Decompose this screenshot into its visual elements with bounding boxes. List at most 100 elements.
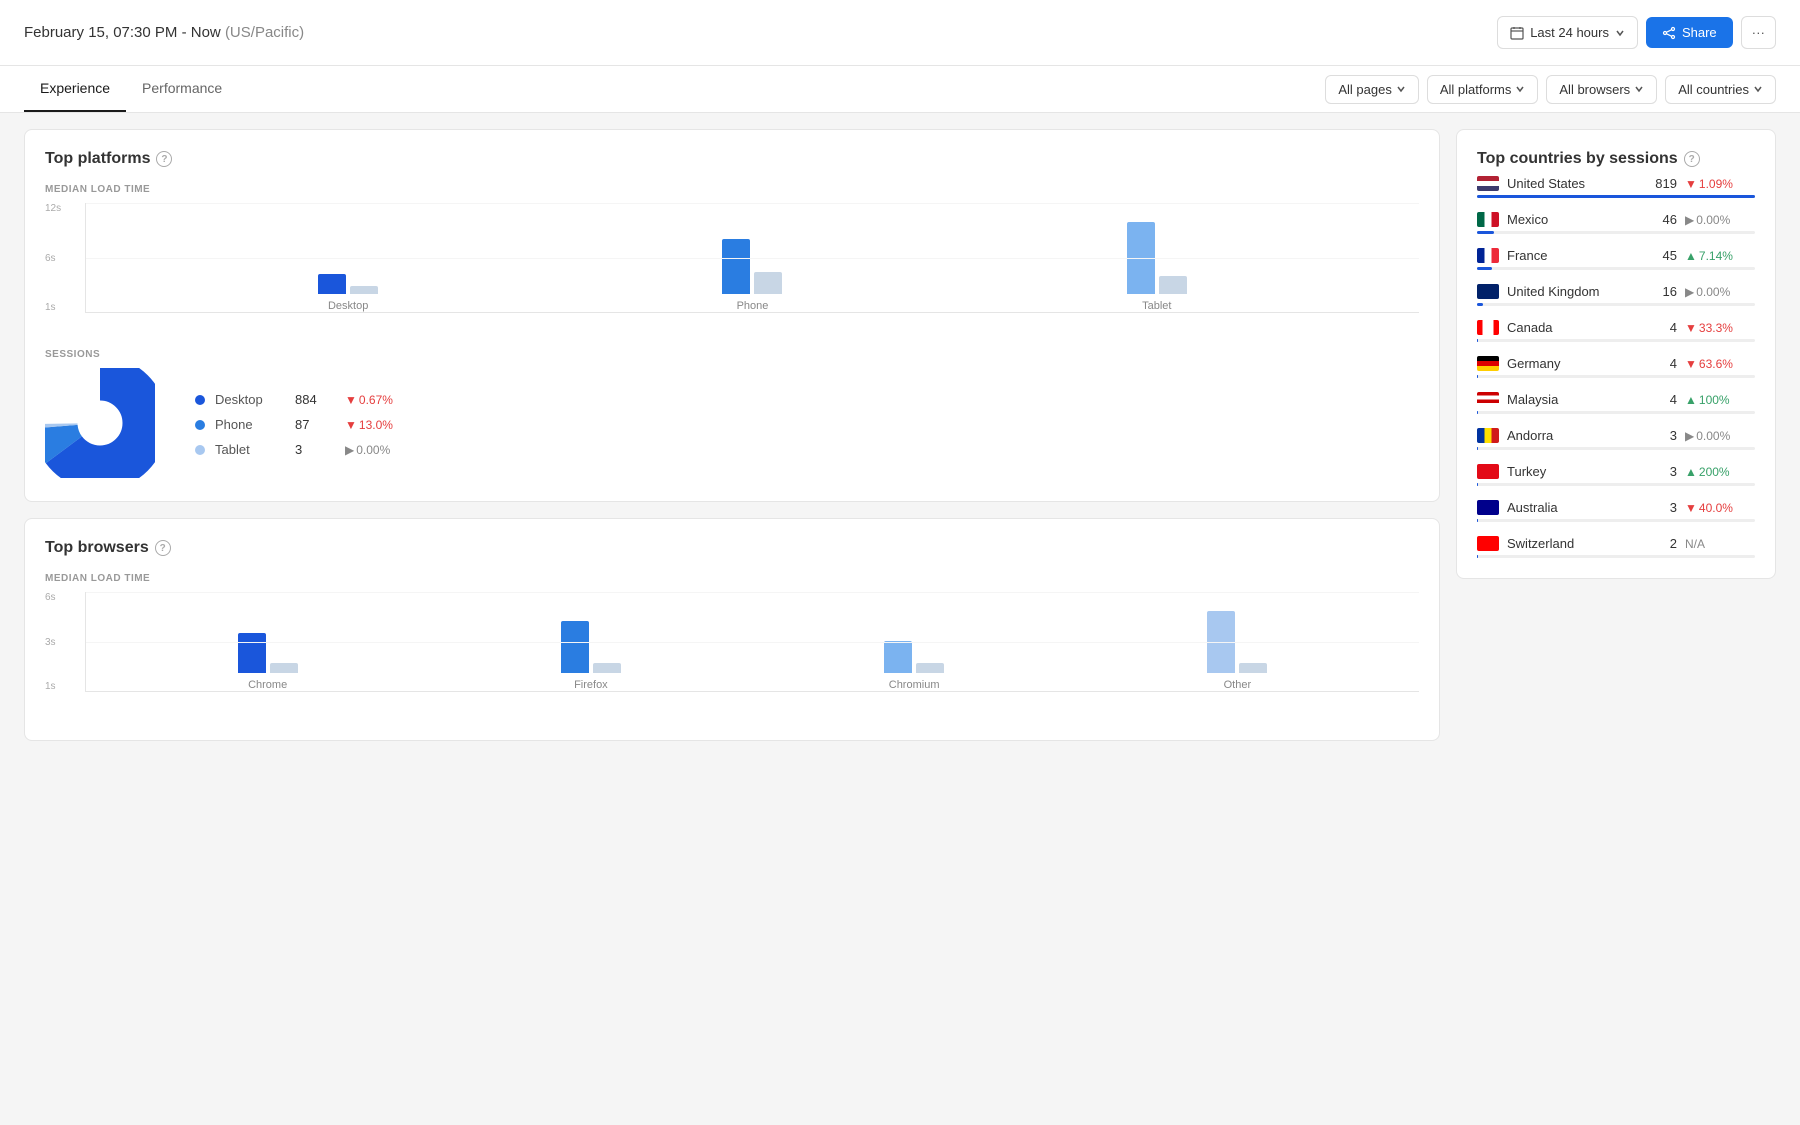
median-load-label: MEDIAN LOAD TIME — [45, 184, 1419, 195]
legend-count-desktop: 884 — [295, 392, 335, 407]
country-bar-bg-au — [1477, 519, 1755, 522]
country-change-my: ▲ 100% — [1685, 393, 1755, 407]
legend-count-phone: 87 — [295, 417, 335, 432]
top-platforms-card: Top platforms ? MEDIAN LOAD TIME 12s 6s … — [24, 129, 1440, 502]
flag-tr — [1477, 464, 1499, 479]
country-name-my: Malaysia — [1507, 392, 1639, 407]
chrome-bars — [238, 633, 298, 673]
y-axis: 12s 6s 1s — [45, 203, 61, 333]
time-range-label: Last 24 hours — [1530, 25, 1609, 40]
chevron-down-icon — [1753, 84, 1763, 94]
legend-change-tablet: ▶ 0.00% — [345, 443, 390, 457]
countries-help-icon[interactable]: ? — [1684, 151, 1700, 167]
browsers-grid-top — [86, 592, 1419, 593]
country-change-us: ▼ 1.09% — [1685, 177, 1755, 191]
help-icon[interactable]: ? — [156, 151, 172, 167]
chromium-label: Chromium — [889, 679, 940, 691]
country-bar-fill-ad — [1477, 447, 1478, 450]
top-browsers-card: Top browsers ? MEDIAN LOAD TIME 6s 3s 1s — [24, 518, 1440, 741]
browsers-y-3: 3s — [45, 637, 56, 648]
flag-mx — [1477, 212, 1499, 227]
country-name-de: Germany — [1507, 356, 1639, 371]
flag-gb — [1477, 284, 1499, 299]
country-bar-bg-gb — [1477, 303, 1755, 306]
country-change-ca: ▼ 33.3% — [1685, 321, 1755, 335]
country-bar-bg-ca — [1477, 339, 1755, 342]
card-title: Top platforms ? — [45, 150, 1419, 168]
country-row-de: Germany 4 ▼ 63.6% — [1477, 356, 1755, 371]
countries-list: United States 819 ▼ 1.09% Mexico 46 ▶ 0.… — [1477, 176, 1755, 558]
country-bar-bg-us — [1477, 195, 1755, 198]
country-item-tr: Turkey 3 ▲ 200% — [1477, 464, 1755, 486]
time-range-button[interactable]: Last 24 hours — [1497, 16, 1638, 49]
country-item-ca: Canada 4 ▼ 33.3% — [1477, 320, 1755, 342]
chromium-bar-group: Chromium — [884, 641, 944, 691]
country-count-fr: 45 — [1647, 248, 1677, 263]
legend-count-tablet: 3 — [295, 442, 335, 457]
firefox-bar-main — [561, 621, 589, 673]
country-name-us: United States — [1507, 176, 1639, 191]
firefox-bars — [561, 621, 621, 673]
country-row-ca: Canada 4 ▼ 33.3% — [1477, 320, 1755, 335]
all-platforms-filter[interactable]: All platforms — [1427, 75, 1539, 104]
country-item-us: United States 819 ▼ 1.09% — [1477, 176, 1755, 198]
country-bar-fill-de — [1477, 375, 1478, 378]
desktop-bar-group: Desktop — [318, 274, 378, 312]
country-change-ch: N/A — [1685, 537, 1755, 551]
country-count-gb: 16 — [1647, 284, 1677, 299]
share-button[interactable]: Share — [1646, 17, 1733, 48]
country-item-au: Australia 3 ▼ 40.0% — [1477, 500, 1755, 522]
country-bar-bg-my — [1477, 411, 1755, 414]
flag-ad — [1477, 428, 1499, 443]
desktop-bar-secondary — [350, 286, 378, 294]
chromium-bar-secondary — [916, 663, 944, 673]
browsers-help-icon[interactable]: ? — [155, 540, 171, 556]
country-count-ad: 3 — [1647, 428, 1677, 443]
browsers-card-title: Top browsers ? — [45, 539, 1419, 557]
date-range: February 15, 07:30 PM - Now (US/Pacific) — [24, 24, 304, 41]
more-options-button[interactable]: ··· — [1741, 16, 1776, 49]
tab-experience[interactable]: Experience — [24, 66, 126, 112]
flag-fr — [1477, 248, 1499, 263]
sessions-label: SESSIONS — [45, 349, 1419, 360]
country-name-ch: Switzerland — [1507, 536, 1639, 551]
firefox-bar-group: Firefox — [561, 621, 621, 691]
browsers-y-1: 1s — [45, 681, 56, 692]
tablet-label: Tablet — [1142, 300, 1171, 312]
country-name-ad: Andorra — [1507, 428, 1639, 443]
y-label-12: 12s — [45, 203, 61, 214]
chevron-down-icon — [1615, 28, 1625, 38]
all-countries-filter[interactable]: All countries — [1665, 75, 1776, 104]
tab-performance[interactable]: Performance — [126, 66, 238, 112]
country-row-ad: Andorra 3 ▶ 0.00% — [1477, 428, 1755, 443]
country-row-ch: Switzerland 2 N/A — [1477, 536, 1755, 551]
legend-name-phone: Phone — [215, 417, 285, 432]
date-range-text: February 15, 07:30 PM - Now — [24, 24, 221, 41]
country-bar-bg-tr — [1477, 483, 1755, 486]
country-name-mx: Mexico — [1507, 212, 1639, 227]
chevron-down-icon — [1396, 84, 1406, 94]
country-count-ch: 2 — [1647, 536, 1677, 551]
chevron-down-icon — [1515, 84, 1525, 94]
country-row-au: Australia 3 ▼ 40.0% — [1477, 500, 1755, 515]
pie-chart-container — [45, 368, 155, 481]
flag-my — [1477, 392, 1499, 407]
all-browsers-filter[interactable]: All browsers — [1546, 75, 1657, 104]
flag-ca — [1477, 320, 1499, 335]
timezone-text: (US/Pacific) — [225, 24, 304, 41]
browsers-chart-area: Chrome Firefox — [85, 592, 1419, 692]
browsers-y-axis: 6s 3s 1s — [45, 592, 56, 712]
country-bar-bg-mx — [1477, 231, 1755, 234]
country-row-us: United States 819 ▼ 1.09% — [1477, 176, 1755, 191]
flag-de — [1477, 356, 1499, 371]
other-label: Other — [1224, 679, 1252, 691]
share-label: Share — [1682, 25, 1717, 40]
all-pages-filter[interactable]: All pages — [1325, 75, 1418, 104]
country-bar-fill-tr — [1477, 483, 1478, 486]
country-name-au: Australia — [1507, 500, 1639, 515]
desktop-label: Desktop — [328, 300, 368, 312]
other-bar-secondary — [1239, 663, 1267, 673]
chevron-down-icon — [1634, 84, 1644, 94]
country-count-tr: 3 — [1647, 464, 1677, 479]
country-name-tr: Turkey — [1507, 464, 1639, 479]
